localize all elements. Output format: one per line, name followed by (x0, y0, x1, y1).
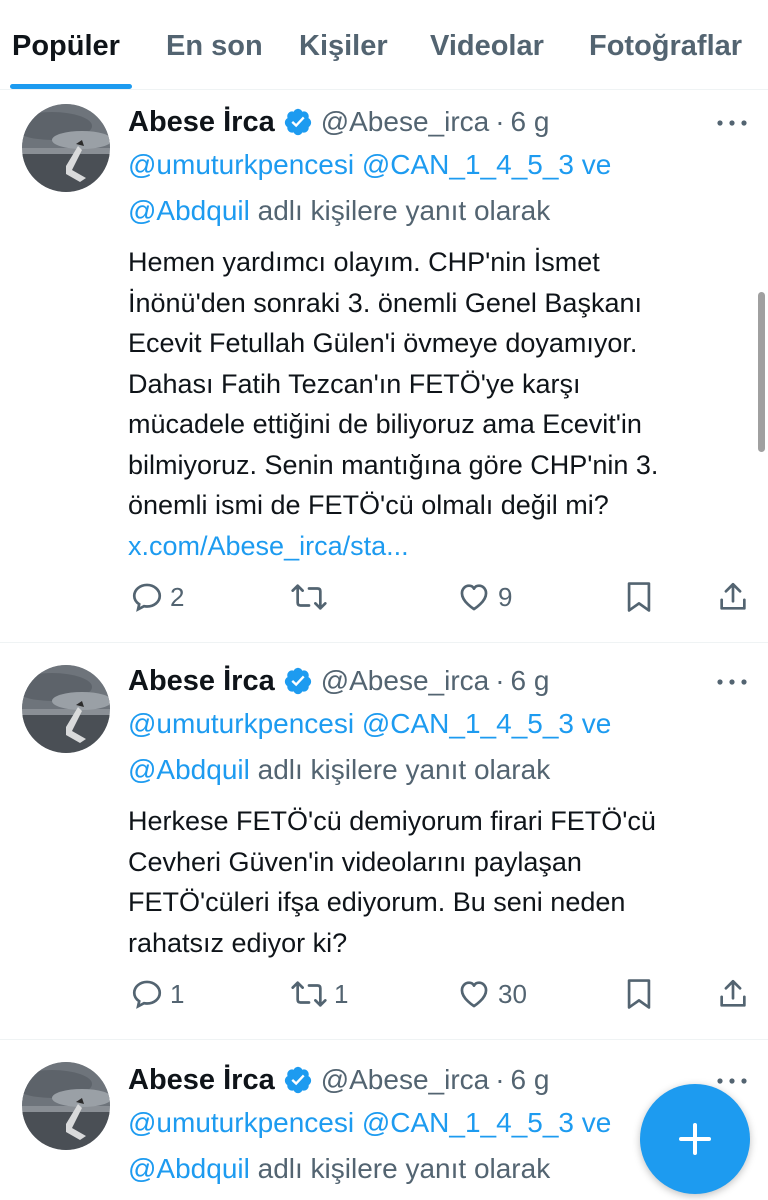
heart-icon (460, 584, 488, 611)
reply-and-word: ve (581, 708, 612, 739)
active-tab-indicator (10, 84, 132, 89)
author-handle[interactable]: @Abese_irca (321, 665, 490, 697)
like-count: 9 (498, 581, 513, 612)
verified-badge-icon (284, 108, 311, 136)
reply-suffix: adlı kişilere yanıt olarak (257, 195, 551, 226)
reply-button[interactable]: 1 (130, 977, 184, 1011)
retweet-button[interactable]: 1 (290, 977, 348, 1011)
scrollbar[interactable] (758, 292, 765, 452)
tab-people[interactable]: Kişiler (299, 30, 388, 63)
avatar[interactable] (22, 104, 110, 192)
author-handle[interactable]: @Abese_irca (321, 106, 490, 138)
avatar[interactable] (22, 1062, 110, 1150)
tweet[interactable]: Abese İrca @Abese_irca · 6 g @umuturkpen… (0, 643, 768, 1039)
search-tabs: Popüler En son Kişiler Videolar Fotoğraf… (0, 0, 768, 90)
reply-suffix: adlı kişilere yanıt olarak (257, 1153, 551, 1184)
tab-popular[interactable]: Popüler (12, 30, 120, 63)
bookmark-button[interactable] (624, 977, 654, 1011)
separator-dot: · (495, 1064, 505, 1095)
tweet-text: Herkese FETÖ'cü demiyorum firari FETÖ'cü… (128, 806, 656, 958)
tweet-time[interactable]: 6 g (511, 106, 550, 138)
mention-link[interactable]: @umuturkpencesi (128, 1107, 354, 1138)
tweet-time[interactable]: 6 g (511, 1064, 550, 1096)
tab-videos[interactable]: Videolar (430, 30, 544, 63)
more-dots-icon[interactable] (712, 108, 752, 138)
mention-link[interactable]: @umuturkpencesi (128, 149, 354, 180)
mention-link[interactable]: @Abdquil (128, 195, 250, 226)
reply-suffix: adlı kişilere yanıt olarak (257, 754, 551, 785)
mention-link[interactable]: @CAN_1_4_5_3 (362, 149, 574, 180)
retweet-count: 1 (334, 978, 349, 1009)
reply-and-word: ve (581, 1107, 612, 1138)
reply-context: @umuturkpencesi @CAN_1_4_5_3 ve @Abdquil… (128, 142, 748, 234)
author-handle[interactable]: @Abese_irca (321, 1064, 490, 1096)
reply-context: @umuturkpencesi @CAN_1_4_5_3 ve @Abdquil… (128, 701, 748, 793)
like-button[interactable]: 9 (456, 580, 512, 614)
tab-photos[interactable]: Fotoğraflar (589, 30, 742, 63)
author-name[interactable]: Abese İrca (128, 665, 275, 698)
share-button[interactable] (716, 977, 750, 1011)
share-icon (720, 582, 746, 610)
separator-dot: · (495, 665, 505, 696)
author-name[interactable]: Abese İrca (128, 1064, 275, 1097)
reply-bubble-icon (132, 583, 162, 612)
compose-button[interactable] (640, 1084, 750, 1194)
mention-link[interactable]: @Abdquil (128, 754, 250, 785)
reply-count: 2 (170, 581, 185, 612)
plus-icon (679, 1123, 711, 1155)
mention-link[interactable]: @CAN_1_4_5_3 (362, 1107, 574, 1138)
bookmark-icon (627, 582, 651, 612)
share-button[interactable] (716, 580, 750, 614)
retweet-icon (291, 584, 327, 610)
retweet-icon (291, 981, 327, 1007)
reply-and-word: ve (581, 149, 612, 180)
verified-badge-icon (284, 1066, 311, 1094)
mention-link[interactable]: @CAN_1_4_5_3 (362, 708, 574, 739)
tweet-header: Abese İrca @Abese_irca · 6 g (128, 102, 549, 142)
tweet-header: Abese İrca @Abese_irca · 6 g (128, 661, 549, 701)
tweet-actions: 1 1 30 (0, 977, 768, 1017)
like-button[interactable]: 30 (456, 977, 527, 1011)
heart-icon (460, 981, 488, 1008)
share-icon (720, 979, 746, 1007)
bookmark-icon (627, 979, 651, 1009)
tweet-actions: 2 9 (0, 580, 768, 620)
tab-latest[interactable]: En son (166, 30, 263, 63)
reply-count: 1 (170, 978, 185, 1009)
reply-button[interactable]: 2 (130, 580, 184, 614)
tweet[interactable]: Abese İrca @Abese_irca · 6 g @umuturkpen… (0, 90, 768, 642)
author-name[interactable]: Abese İrca (128, 106, 275, 139)
retweet-button[interactable] (290, 580, 334, 614)
like-count: 30 (498, 978, 527, 1009)
avatar[interactable] (22, 665, 110, 753)
separator-dot: · (495, 106, 505, 137)
more-dots-icon[interactable] (712, 667, 752, 697)
tweet-time[interactable]: 6 g (511, 665, 550, 697)
verified-badge-icon (284, 667, 311, 695)
bookmark-button[interactable] (624, 580, 654, 614)
tweet-text: Hemen yardımcı olayım. CHP'nin İsmet İnö… (128, 247, 659, 520)
tweet-link[interactable]: x.com/Abese_irca/sta... (128, 526, 409, 566)
tweet-header: Abese İrca @Abese_irca · 6 g (128, 1060, 549, 1100)
reply-bubble-icon (132, 980, 162, 1009)
mention-link[interactable]: @umuturkpencesi (128, 708, 354, 739)
mention-link[interactable]: @Abdquil (128, 1153, 250, 1184)
